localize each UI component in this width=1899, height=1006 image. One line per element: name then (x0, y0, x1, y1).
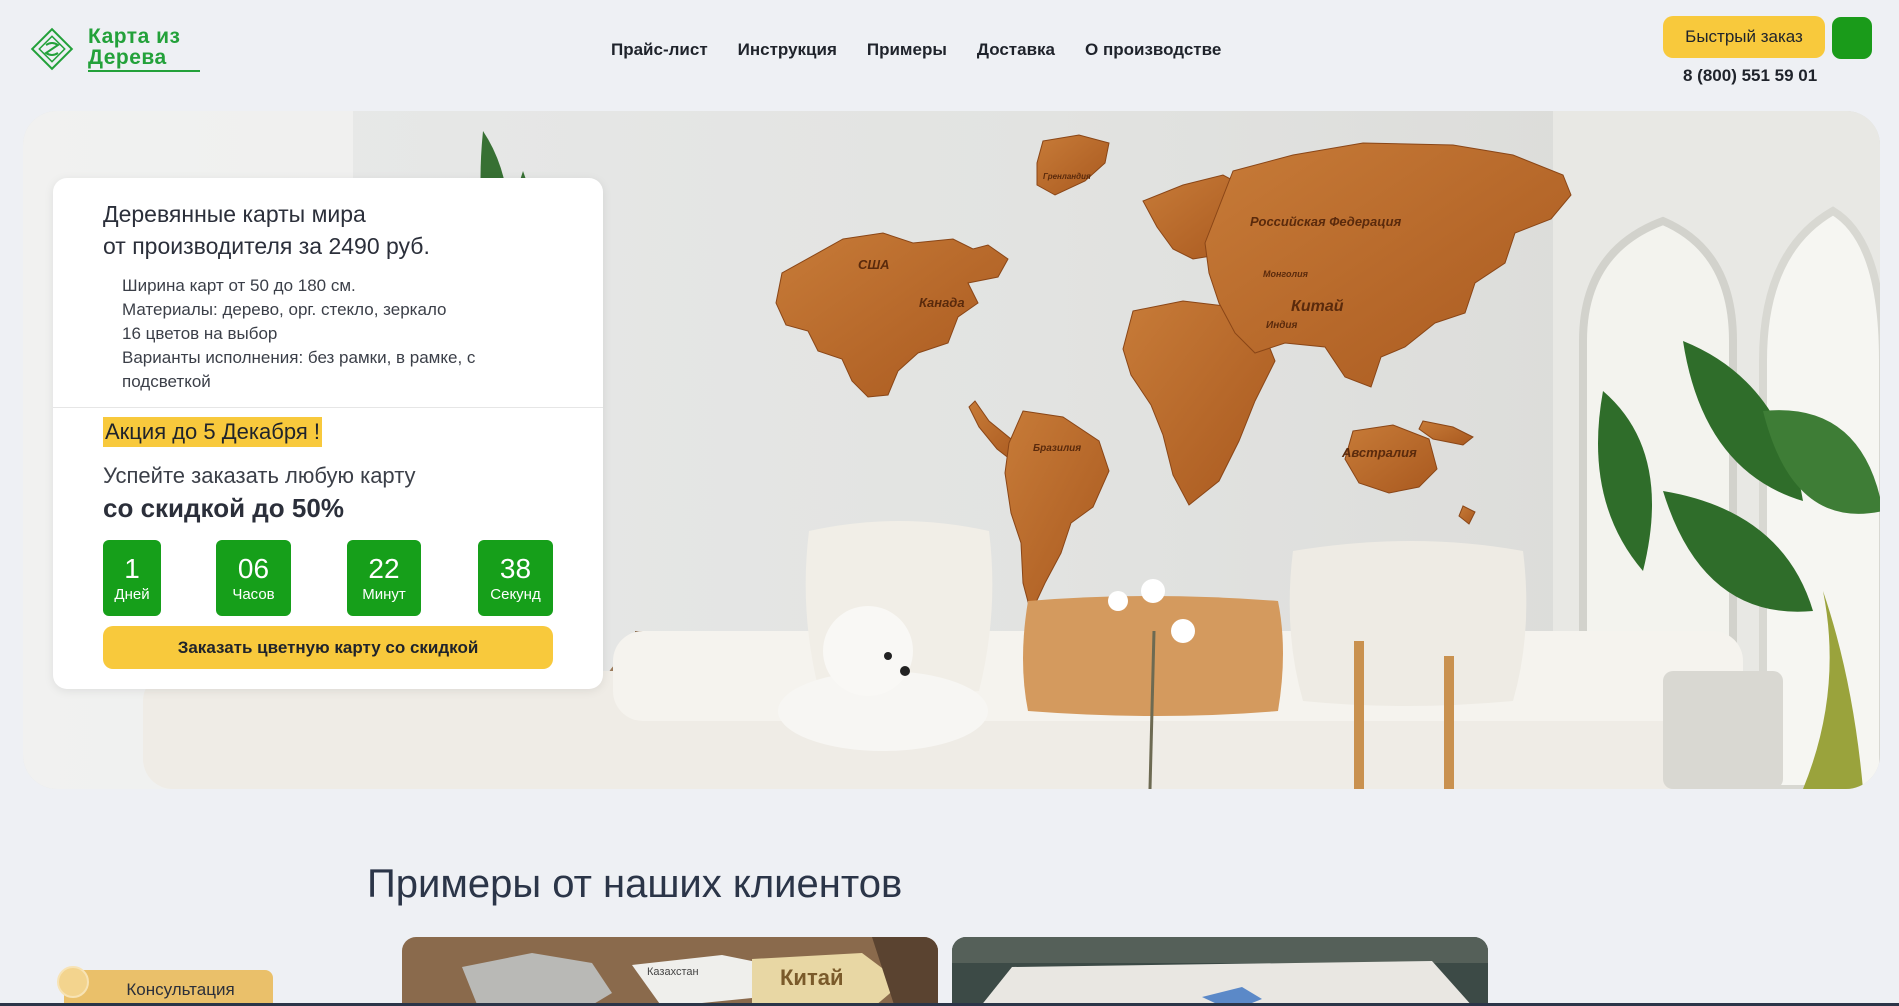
logo-text: Карта из Дерева (88, 26, 200, 72)
map-label-india: Индия (1266, 320, 1298, 331)
timer-seconds-value: 38 (499, 553, 532, 584)
map-label-usa: США (858, 257, 890, 272)
map-label-mongolia: Монголия (1263, 269, 1309, 279)
feature-item: 16 цветов на выбор (122, 324, 278, 343)
timer-days: 1 Дней (103, 540, 161, 616)
section-title-examples: Примеры от наших клиентов (367, 862, 903, 906)
whatsapp-button[interactable] (1832, 17, 1872, 59)
timer-minutes-label: Минут (362, 586, 406, 603)
logo[interactable]: Карта из Дерева (30, 26, 200, 72)
feature-list: Ширина карт от 50 до 180 см. Материалы: … (122, 274, 522, 394)
consultation-button[interactable]: Консультация (64, 970, 273, 1006)
example-thumbnail-2[interactable] (952, 937, 1488, 1006)
example-photo-2 (952, 937, 1488, 1006)
map-label-china: Китай (1291, 298, 1344, 315)
map-label-greenland: Гренландия (1043, 172, 1091, 181)
timer-seconds: 38 Секунд (478, 540, 553, 616)
promo-title: Деревянные карты мира от производителя з… (103, 198, 430, 262)
thumb-label-kazakhstan: Казахстан (647, 966, 699, 978)
timer-seconds-label: Секунд (490, 586, 541, 603)
chat-icon[interactable] (57, 966, 89, 998)
timer-hours-label: Часов (232, 586, 275, 603)
map-label-australia: Австралия (1341, 445, 1417, 460)
map-label-canada: Канада (919, 295, 965, 310)
nav-examples[interactable]: Примеры (867, 40, 947, 60)
nav-price-list[interactable]: Прайс-лист (611, 40, 708, 60)
logo-icon (30, 27, 74, 71)
main-nav: Прайс-лист Инструкция Примеры Доставка О… (611, 40, 1221, 60)
nav-delivery[interactable]: Доставка (977, 40, 1055, 60)
quick-order-button[interactable]: Быстрый заказ (1663, 16, 1825, 58)
logo-line-1: Карта из (88, 25, 181, 48)
map-label-russia: Российская Федерация (1250, 214, 1402, 229)
promo-discount-text: со скидкой до 50% (103, 493, 344, 523)
timer-days-value: 1 (124, 553, 140, 584)
promo-title-line-2: от производителя за 2490 руб. (103, 233, 430, 259)
thumb-label-china: Китай (780, 965, 844, 990)
order-discount-button[interactable]: Заказать цветную карту со скидкой (103, 626, 553, 669)
map-label-brazil: Бразилия (1033, 443, 1081, 454)
timer-hours: 06 Часов (216, 540, 291, 616)
feature-item: Ширина карт от 50 до 180 см. (122, 276, 356, 295)
divider (53, 407, 603, 408)
example-thumbnail-1[interactable]: Казахстан Китай (402, 937, 938, 1006)
site-header: Карта из Дерева Прайс-лист Инструкция Пр… (0, 0, 1899, 108)
promo-title-line-1: Деревянные карты мира (103, 201, 366, 227)
example-photo-1: Казахстан Китай (402, 937, 938, 1006)
timer-minutes: 22 Минут (347, 540, 421, 616)
phone-number[interactable]: 8 (800) 551 59 01 (1683, 66, 1817, 86)
promo-card: Деревянные карты мира от производителя з… (53, 178, 603, 689)
feature-item: Материалы: дерево, орг. стекло, зеркало (122, 300, 447, 319)
timer-minutes-value: 22 (368, 553, 400, 584)
promo-hurry-text: Успейте заказать любую карту (103, 463, 416, 488)
sale-badge: Акция до 5 Декабря ! (103, 417, 322, 447)
timer-days-label: Дней (114, 586, 150, 603)
nav-instruction[interactable]: Инструкция (738, 40, 837, 60)
logo-line-2: Дерева (88, 46, 167, 69)
nav-production[interactable]: О производстве (1085, 40, 1221, 60)
feature-item: Варианты исполнения: без рамки, в рамке,… (122, 348, 476, 391)
timer-hours-value: 06 (237, 553, 270, 584)
